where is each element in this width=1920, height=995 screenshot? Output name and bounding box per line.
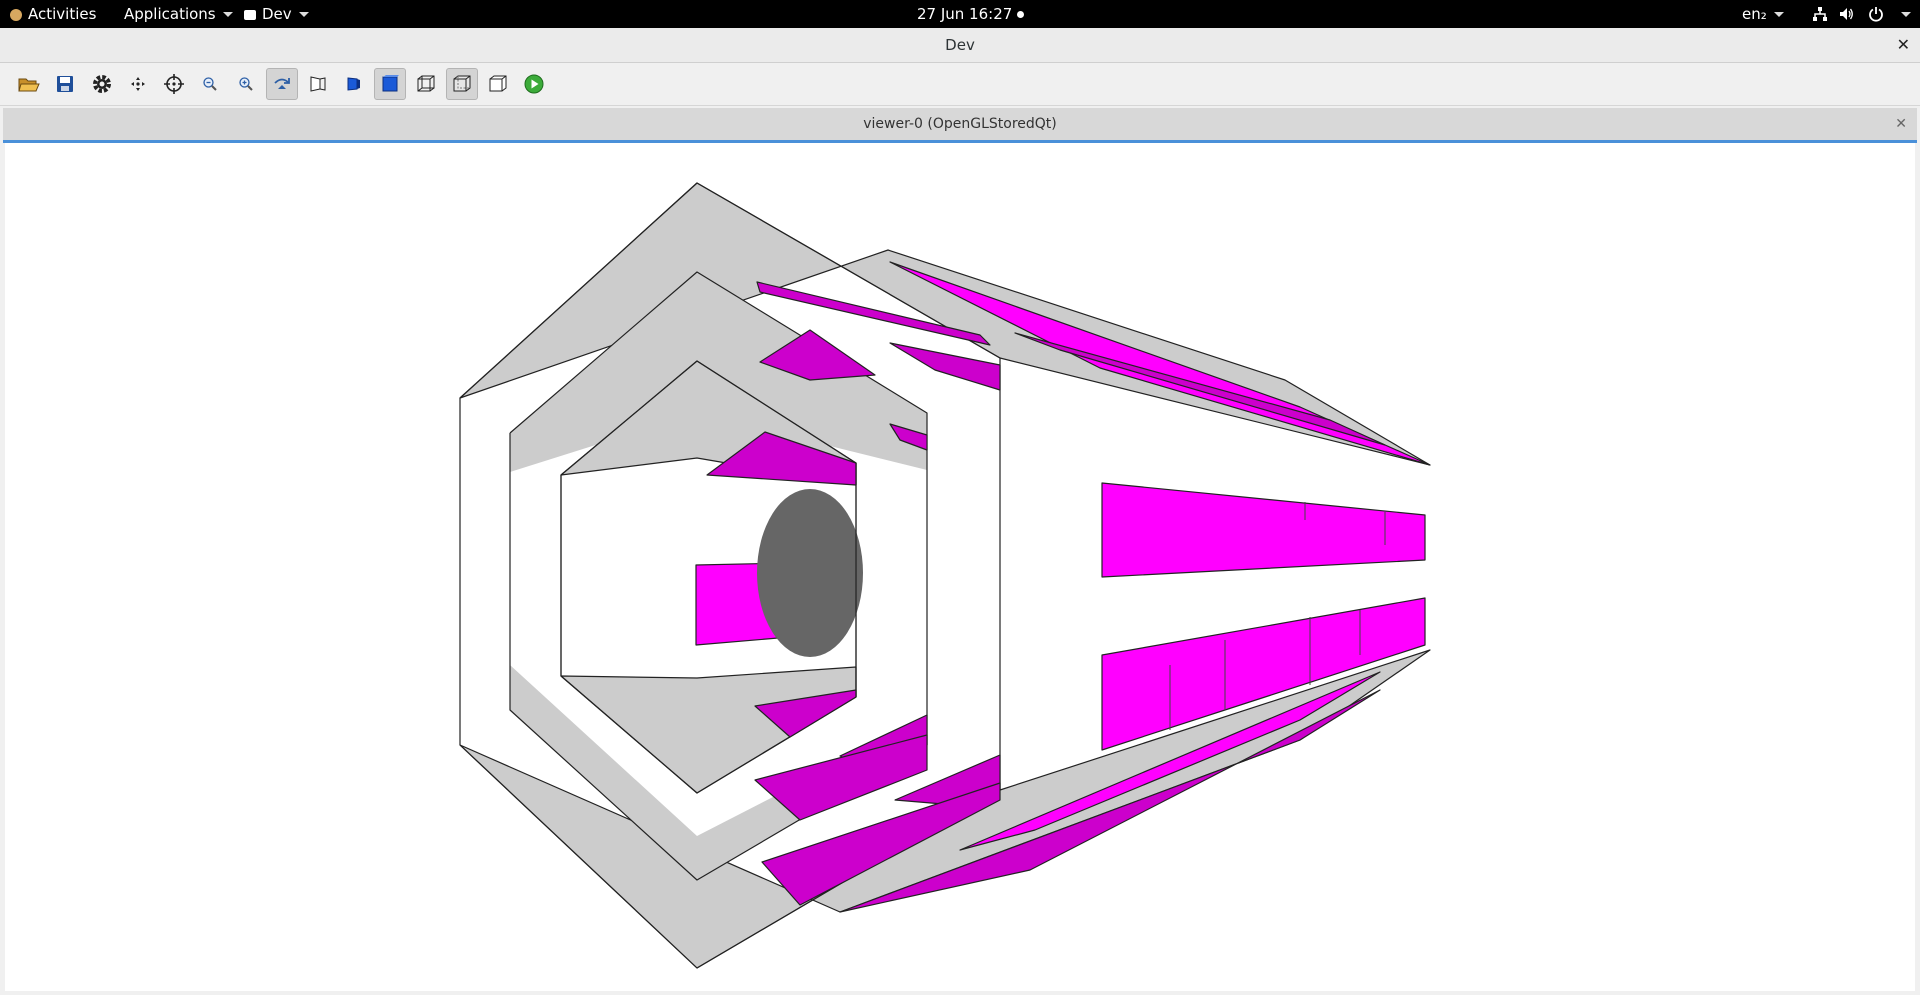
save-button[interactable] xyxy=(49,68,81,100)
viewer-title: viewer-0 (OpenGLStoredQt) xyxy=(863,116,1057,132)
input-method-label: en₂ xyxy=(1742,5,1767,23)
move-icon xyxy=(131,77,145,91)
activities-button[interactable]: Activities xyxy=(10,0,96,28)
zoom-out-icon xyxy=(203,77,217,91)
window-title-bar: Dev ✕ xyxy=(0,28,1920,63)
hidden-line-removal-icon xyxy=(489,75,507,92)
run-icon xyxy=(524,74,544,94)
hidden-line-removal-button[interactable] xyxy=(482,68,514,100)
solid-filled-button[interactable] xyxy=(374,68,406,100)
magenta-panel xyxy=(1101,482,1426,578)
chevron-down-icon xyxy=(222,12,233,17)
end-cap-disk xyxy=(757,489,863,657)
perspective-button[interactable] xyxy=(302,68,334,100)
viewer-dock-title: viewer-0 (OpenGLStoredQt) ✕ xyxy=(3,108,1917,143)
clock-label: 27 Jun 16:27 xyxy=(917,5,1013,23)
magenta-strip xyxy=(889,342,1001,391)
applications-label: Applications xyxy=(124,5,216,23)
save-icon xyxy=(57,76,73,92)
chevron-down-icon[interactable] xyxy=(1901,12,1911,17)
chevron-down-icon xyxy=(298,12,309,17)
zoom-in-button[interactable] xyxy=(230,68,262,100)
wireframe-button[interactable] xyxy=(410,68,442,100)
network-icon[interactable] xyxy=(1812,6,1828,22)
solid-button[interactable] xyxy=(338,68,370,100)
hidden-line-button[interactable] xyxy=(446,68,478,100)
perspective-icon xyxy=(310,76,326,92)
gnome-foot-icon xyxy=(10,8,22,21)
settings-button[interactable] xyxy=(86,68,118,100)
window-close-button[interactable]: ✕ xyxy=(1897,28,1910,62)
power-icon[interactable] xyxy=(1868,6,1884,22)
app-menu-label: Dev xyxy=(262,5,292,23)
applications-menu[interactable]: Applications xyxy=(124,0,233,28)
open-file-button[interactable] xyxy=(13,68,45,100)
settings-icon xyxy=(93,75,111,93)
app-menu[interactable]: Dev xyxy=(244,0,309,28)
magenta-strip xyxy=(1014,332,1386,446)
clock[interactable]: 27 Jun 16:27 xyxy=(917,0,1025,28)
viewer-close-button[interactable]: ✕ xyxy=(1895,108,1907,140)
system-top-bar: Activities Applications Dev 27 Jun 16:27… xyxy=(0,0,1920,28)
hidden-line-icon xyxy=(453,75,471,92)
open-file-icon xyxy=(18,78,40,92)
zoom-in-icon xyxy=(239,77,253,91)
zoom-out-button[interactable] xyxy=(194,68,226,100)
solid-icon xyxy=(347,77,360,91)
solid-filled-icon xyxy=(382,75,399,92)
window-title: Dev xyxy=(945,36,975,54)
chevron-down-icon xyxy=(1773,12,1784,17)
pick-target-icon xyxy=(164,74,184,94)
rotate-icon xyxy=(274,78,290,89)
move-button[interactable] xyxy=(122,68,154,100)
toolbar xyxy=(0,63,1920,106)
run-button[interactable] xyxy=(518,68,550,100)
notification-dot-icon xyxy=(1017,11,1025,18)
window-icon xyxy=(244,9,256,20)
input-method-menu[interactable]: en₂ xyxy=(1742,0,1784,28)
activities-label: Activities xyxy=(28,5,97,23)
wireframe-icon xyxy=(417,75,435,92)
detector-geometry-render xyxy=(459,182,1431,969)
opengl-viewport[interactable] xyxy=(5,143,1915,991)
volume-icon[interactable] xyxy=(1838,6,1854,22)
pick-target-button[interactable] xyxy=(158,68,190,100)
rotate-button[interactable] xyxy=(266,68,298,100)
